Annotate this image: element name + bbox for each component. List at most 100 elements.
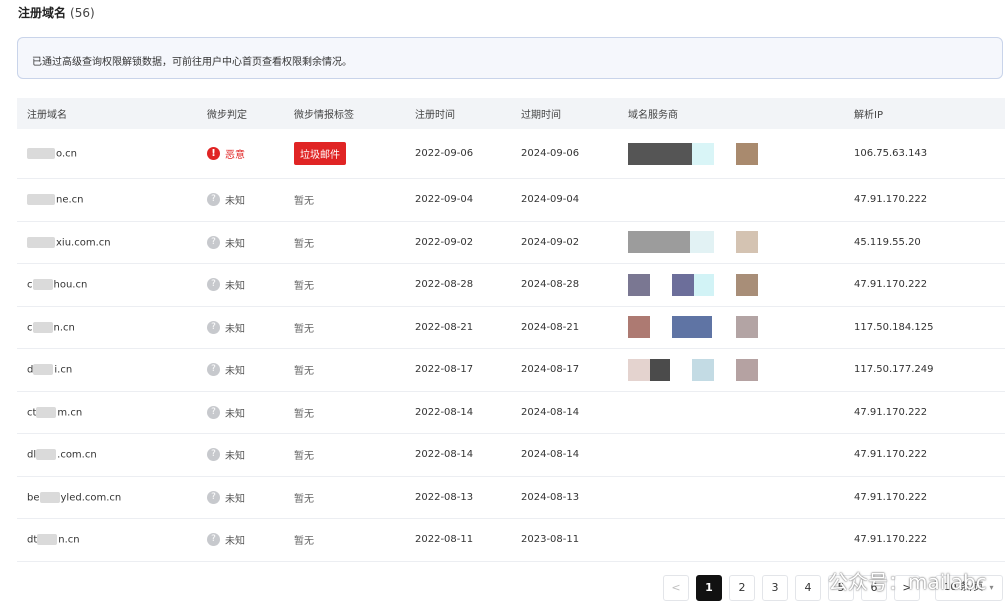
table-row[interactable]: c n.cn ? 未知 暂无 2022-08-21 2024-08-21 117.5…	[17, 306, 1005, 349]
redacted-block	[628, 316, 650, 339]
redacted-block	[628, 358, 650, 381]
ip-cell[interactable]: 47.91.170.222	[844, 263, 1005, 307]
redacted-block	[32, 321, 53, 333]
domain-cell[interactable]: c hou.cn	[17, 263, 197, 307]
table-row[interactable]: be yled.com.cn ? 未知 暂无 2022-08-13 2024-08-…	[17, 476, 1005, 519]
domain-cell[interactable]: o.cn	[17, 129, 197, 179]
domain-prefix: be	[27, 492, 40, 503]
redacted-block	[33, 364, 54, 375]
domain-cell[interactable]: ct m.cn	[17, 391, 197, 434]
registrar-redacted	[628, 529, 768, 551]
table-row[interactable]: ne.cn ? 未知 暂无 2022-09-04 2024-09-04 47.91…	[17, 178, 1005, 222]
col-header-verdict[interactable]: 微步判定	[197, 98, 284, 129]
verdict-label: 恶意	[225, 150, 245, 161]
redacted-block	[736, 142, 758, 165]
page-button-1[interactable]: 1	[696, 575, 722, 601]
threat-tag: 暂无	[294, 493, 314, 505]
prev-page-button[interactable]: <	[663, 575, 689, 601]
exp-date-cell: 2024-09-02	[511, 221, 618, 264]
ip-cell[interactable]: 45.119.55.20	[844, 221, 1005, 264]
tag-cell: 暂无	[284, 178, 405, 222]
threat-tag: 暂无	[294, 196, 314, 208]
redacted-block	[628, 231, 690, 254]
redacted-block	[36, 406, 57, 418]
redacted-block	[692, 358, 714, 381]
registrar-cell	[618, 518, 844, 562]
col-header-exp-date[interactable]: 过期时间	[511, 98, 618, 129]
domain-cell[interactable]: d i.cn	[17, 348, 197, 392]
domain-cell[interactable]: dt n.cn	[17, 518, 197, 562]
domain-cell[interactable]: c n.cn	[17, 306, 197, 349]
question-icon: ?	[207, 448, 220, 462]
tag-cell: 暂无	[284, 476, 405, 519]
registrar-cell	[618, 348, 844, 392]
verdict-cell: ? 未知	[197, 263, 284, 307]
table-row[interactable]: xiu.com.cn ? 未知 暂无 2022-09-02 2024-09-02 …	[17, 221, 1005, 264]
ip-cell[interactable]: 117.50.177.249	[844, 348, 1005, 392]
tag-cell: 垃圾邮件	[284, 129, 405, 179]
table-row[interactable]: dl .com.cn ? 未知 暂无 2022-08-14 2024-08-14 4…	[17, 433, 1005, 477]
redacted-block	[27, 194, 55, 205]
ip-cell[interactable]: 47.91.170.222	[844, 433, 1005, 477]
domain-count: (56)	[70, 6, 95, 20]
ip-cell[interactable]: 47.91.170.222	[844, 178, 1005, 222]
redacted-block	[37, 534, 58, 545]
section-title: 注册域名 (56)	[18, 4, 95, 21]
exp-date-cell: 2024-08-14	[511, 433, 618, 477]
question-icon: ?	[207, 278, 220, 292]
question-icon: ?	[207, 533, 220, 547]
redacted-block	[736, 358, 758, 381]
verdict-cell: ? 未知	[197, 476, 284, 519]
tag-cell: 暂无	[284, 348, 405, 392]
table-row[interactable]: d i.cn ? 未知 暂无 2022-08-17 2024-08-17 117.5…	[17, 348, 1005, 392]
registrar-redacted	[628, 358, 768, 381]
registrar-redacted	[628, 231, 768, 254]
registrar-cell	[618, 263, 844, 307]
threat-tag: 暂无	[294, 451, 314, 463]
question-icon: ?	[207, 405, 220, 419]
domain-suffix: o.cn	[56, 148, 77, 160]
table-row[interactable]: ct m.cn ? 未知 暂无 2022-08-14 2024-08-14 47.9…	[17, 391, 1005, 434]
page-button-4[interactable]: 4	[795, 575, 821, 601]
verdict-label: 未知	[225, 281, 245, 293]
domain-cell[interactable]: xiu.com.cn	[17, 221, 197, 264]
table-row[interactable]: o.cn ! 恶意 垃圾邮件 2022-09-06 2024-09-06 106.…	[17, 129, 1005, 179]
verdict-cell: ? 未知	[197, 221, 284, 264]
ip-cell[interactable]: 47.91.170.222	[844, 476, 1005, 519]
registrar-redacted	[628, 401, 768, 423]
registrar-redacted	[628, 142, 768, 165]
domain-cell[interactable]: be yled.com.cn	[17, 476, 197, 519]
col-header-registrar[interactable]: 域名服务商	[618, 98, 844, 129]
domain-cell[interactable]: dl .com.cn	[17, 433, 197, 477]
registrar-redacted	[628, 486, 768, 508]
ip-cell[interactable]: 47.91.170.222	[844, 518, 1005, 562]
registrar-redacted	[628, 189, 768, 211]
col-header-tag[interactable]: 微步情报标签	[284, 98, 405, 129]
verdict-cell: ? 未知	[197, 518, 284, 562]
exp-date-cell: 2024-09-04	[511, 178, 618, 222]
table-row[interactable]: c hou.cn ? 未知 暂无 2022-08-28 2024-08-28 47.…	[17, 263, 1005, 307]
domain-cell[interactable]: ne.cn	[17, 178, 197, 222]
ip-cell[interactable]: 117.50.184.125	[844, 306, 1005, 349]
tag-cell: 暂无	[284, 518, 405, 562]
verdict-label: 未知	[225, 408, 245, 420]
col-header-ip[interactable]: 解析IP	[844, 98, 1005, 129]
domain-table: 注册域名 微步判定 微步情报标签 注册时间 过期时间 域名服务商 解析IP o.…	[17, 98, 1005, 562]
page-button-3[interactable]: 3	[762, 575, 788, 601]
question-icon: ?	[207, 235, 220, 249]
redacted-block	[27, 147, 55, 159]
ip-cell[interactable]: 47.91.170.222	[844, 391, 1005, 434]
verdict-label: 未知	[225, 536, 245, 548]
domain-prefix: dt	[27, 534, 38, 546]
page-button-2[interactable]: 2	[729, 575, 755, 601]
verdict-cell: ! 恶意	[197, 129, 284, 179]
redacted-block	[692, 142, 714, 165]
reg-date-cell: 2022-08-28	[405, 263, 511, 307]
col-header-domain[interactable]: 注册域名	[17, 98, 197, 129]
redacted-block	[736, 316, 758, 339]
table-row[interactable]: dt n.cn ? 未知 暂无 2022-08-11 2023-08-11 47.9…	[17, 518, 1005, 562]
threat-tag: 暂无	[294, 366, 314, 378]
col-header-reg-date[interactable]: 注册时间	[405, 98, 511, 129]
domain-suffix: yled.com.cn	[60, 492, 122, 503]
ip-cell[interactable]: 106.75.63.143	[844, 129, 1005, 179]
